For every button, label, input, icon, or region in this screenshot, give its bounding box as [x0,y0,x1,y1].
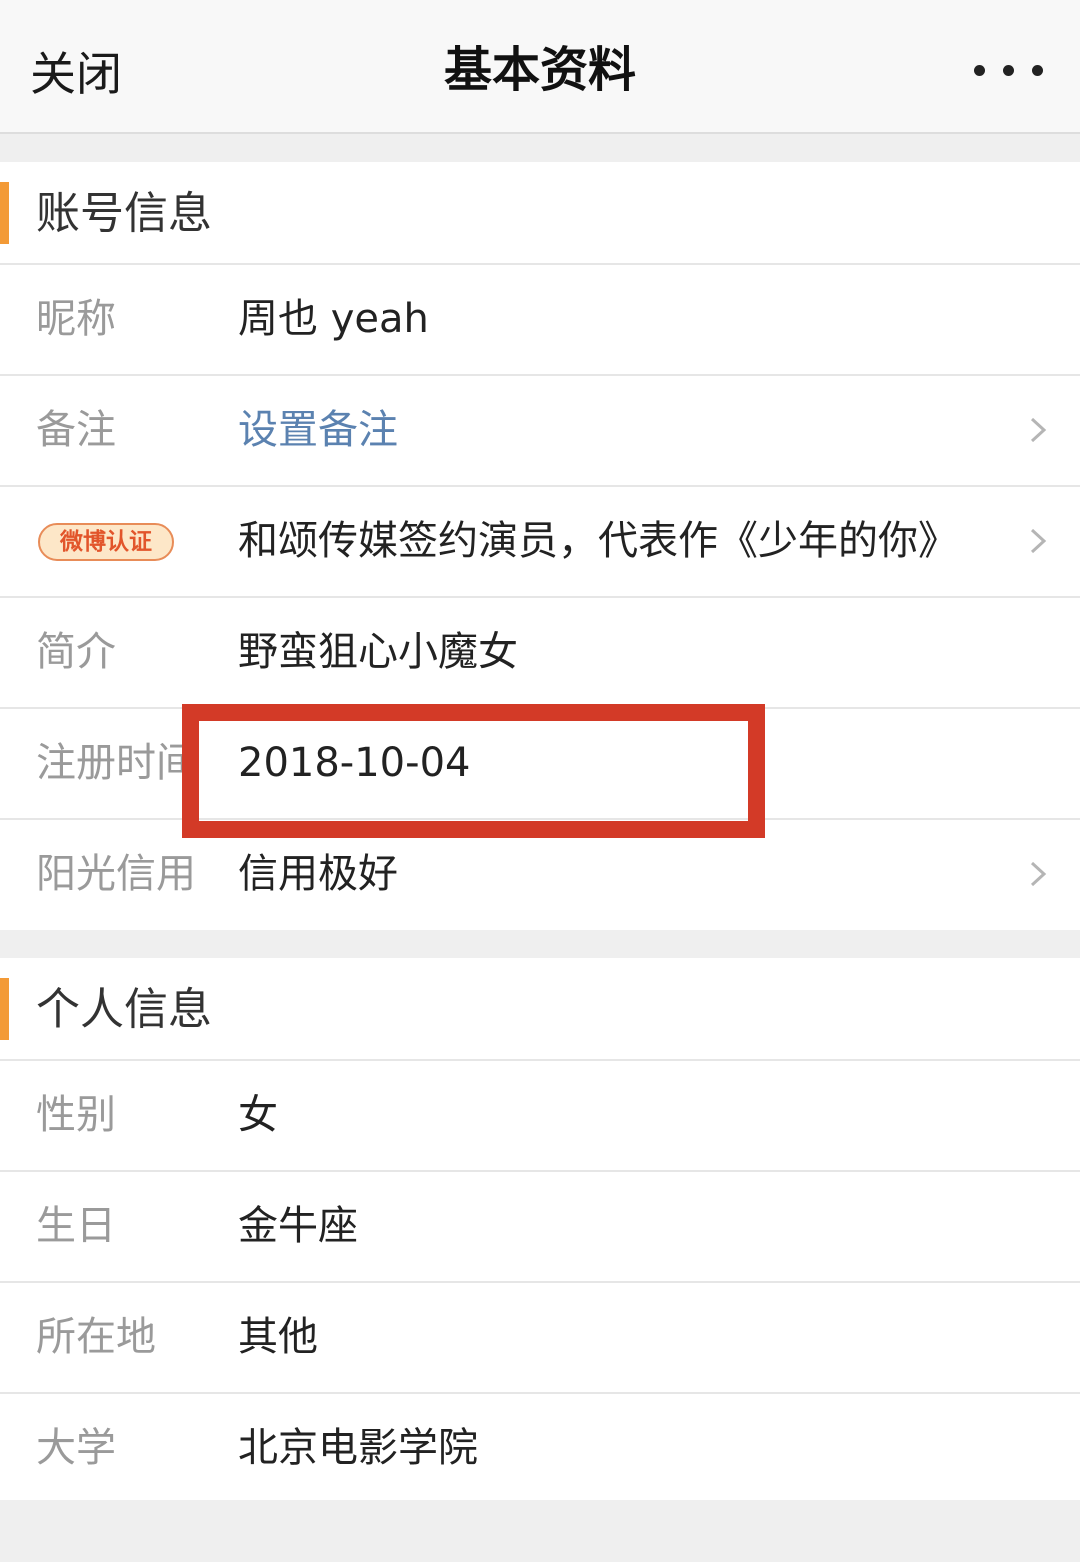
row-label: 所在地 [36,1314,156,1360]
row-label: 大学 [36,1425,116,1471]
nav-bar: 关闭 基本资料 [0,0,1080,134]
university-value: 北京电影学院 [238,1425,478,1471]
section-accent-bar [0,978,9,1040]
section-title: 账号信息 [36,188,212,239]
section-title: 个人信息 [36,984,212,1035]
chevron-right-icon [1026,529,1050,553]
more-dots-icon[interactable] [974,60,1044,82]
nickname-row: 昵称 周也 yeah [0,265,1080,376]
row-label: 注册时间 [36,740,196,786]
birthday-row: 生日 金牛座 [0,1172,1080,1283]
register-time-row: 注册时间 2018-10-04 [0,709,1080,820]
account-info-section: 账号信息 昵称 周也 yeah 备注 设置备注 微博认证 和颂传媒签约演员，代表… [0,162,1080,930]
birthday-value: 金牛座 [238,1203,358,1249]
personal-info-section: 个人信息 性别 女 生日 金牛座 所在地 其他 大学 北京电影学院 [0,958,1080,1500]
row-label: 生日 [36,1203,116,1249]
location-value: 其他 [238,1314,318,1360]
sunshine-credit-row[interactable]: 阳光信用 信用极好 [0,820,1080,926]
bio-row: 简介 野蛮狙心小魔女 [0,598,1080,709]
chevron-right-icon [1026,862,1050,886]
remark-row[interactable]: 备注 设置备注 [0,376,1080,487]
section-header: 账号信息 [0,162,1080,265]
location-row: 所在地 其他 [0,1283,1080,1394]
bio-value: 野蛮狙心小魔女 [238,629,518,675]
row-label: 备注 [36,407,116,453]
row-label: 阳光信用 [36,851,196,897]
section-accent-bar [0,182,9,244]
row-label: 昵称 [36,296,116,342]
university-row: 大学 北京电影学院 [0,1394,1080,1505]
page-title: 基本资料 [443,42,636,98]
chevron-right-icon [1026,418,1050,442]
verification-row[interactable]: 微博认证 和颂传媒签约演员，代表作《少年的你》 [0,487,1080,598]
credit-value: 信用极好 [238,851,398,897]
weibo-verified-badge: 微博认证 [38,523,174,561]
section-header: 个人信息 [0,958,1080,1061]
nickname-value: 周也 yeah [238,296,429,342]
verification-value: 和颂传媒签约演员，代表作《少年的你》 [238,518,958,564]
gender-row: 性别 女 [0,1061,1080,1172]
set-remark-link[interactable]: 设置备注 [238,376,398,485]
gender-value: 女 [238,1092,278,1138]
row-label: 简介 [36,629,116,675]
row-label: 性别 [36,1092,116,1138]
register-time-value: 2018-10-04 [238,740,471,786]
